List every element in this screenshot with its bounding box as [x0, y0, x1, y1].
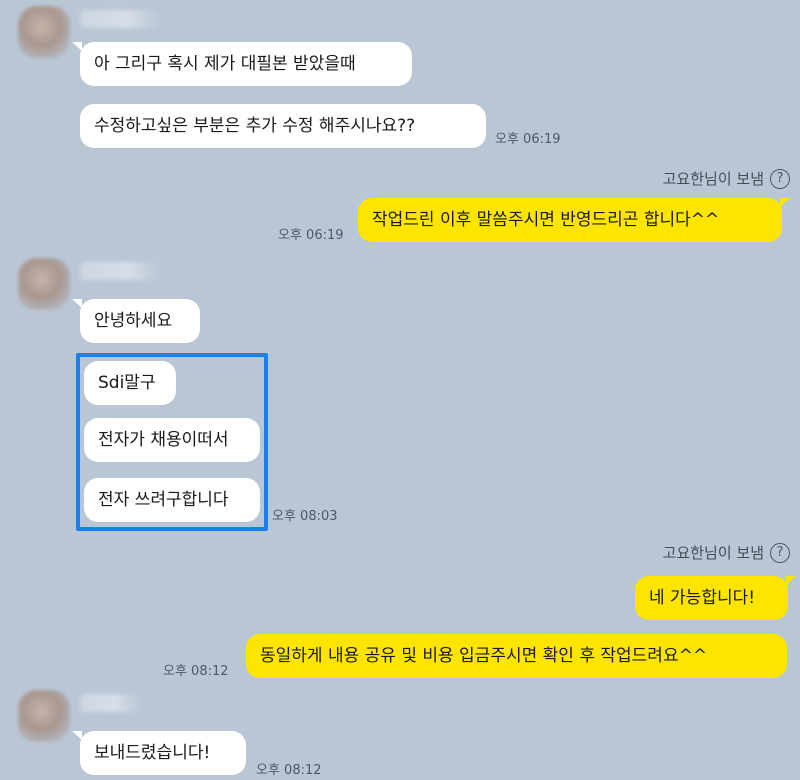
bubble-tail	[786, 576, 796, 585]
outgoing-message[interactable]: 작업드린 이후 말씀주시면 반영드리곤 합니다^^	[358, 198, 782, 242]
incoming-message[interactable]: 보내드렸습니다!	[80, 731, 246, 775]
message-time: 오후 08:12	[163, 664, 229, 679]
message-time: 오후 08:03	[272, 509, 338, 524]
incoming-message[interactable]: Sdi말구	[84, 361, 176, 405]
message-time: 오후 08:12	[256, 763, 322, 778]
avatar[interactable]	[18, 690, 70, 742]
message-time: 오후 06:19	[278, 228, 344, 243]
incoming-message[interactable]: 아 그리구 혹시 제가 대필본 받았을때	[80, 42, 412, 86]
sender-name-blurred	[80, 10, 160, 28]
avatar[interactable]	[18, 258, 70, 310]
help-icon[interactable]: ?	[770, 168, 790, 189]
outgoing-message[interactable]: 동일하게 내용 공유 및 비용 입금주시면 확인 후 작업드려요^^	[246, 634, 787, 678]
sender-name-blurred	[80, 262, 160, 280]
outgoing-message[interactable]: 네 가능합니다!	[635, 576, 788, 620]
help-icon[interactable]: ?	[770, 542, 790, 563]
sent-by-text: 고요한님이 보냄	[662, 170, 764, 188]
sender-name-blurred	[80, 694, 140, 712]
bubble-tail	[780, 198, 790, 207]
incoming-message[interactable]: 전자 쓰려구합니다	[84, 478, 260, 522]
sent-by-label: 고요한님이 보냄 ?	[663, 542, 790, 563]
incoming-message[interactable]: 전자가 채용이떠서	[84, 418, 260, 462]
incoming-message[interactable]: 안녕하세요	[80, 299, 200, 343]
sent-by-label: 고요한님이 보냄 ?	[663, 168, 790, 189]
avatar[interactable]	[18, 6, 70, 58]
incoming-message[interactable]: 수정하고싶은 부분은 추가 수정 해주시나요??	[80, 104, 486, 148]
sent-by-text: 고요한님이 보냄	[662, 544, 764, 562]
message-time: 오후 06:19	[495, 132, 561, 147]
